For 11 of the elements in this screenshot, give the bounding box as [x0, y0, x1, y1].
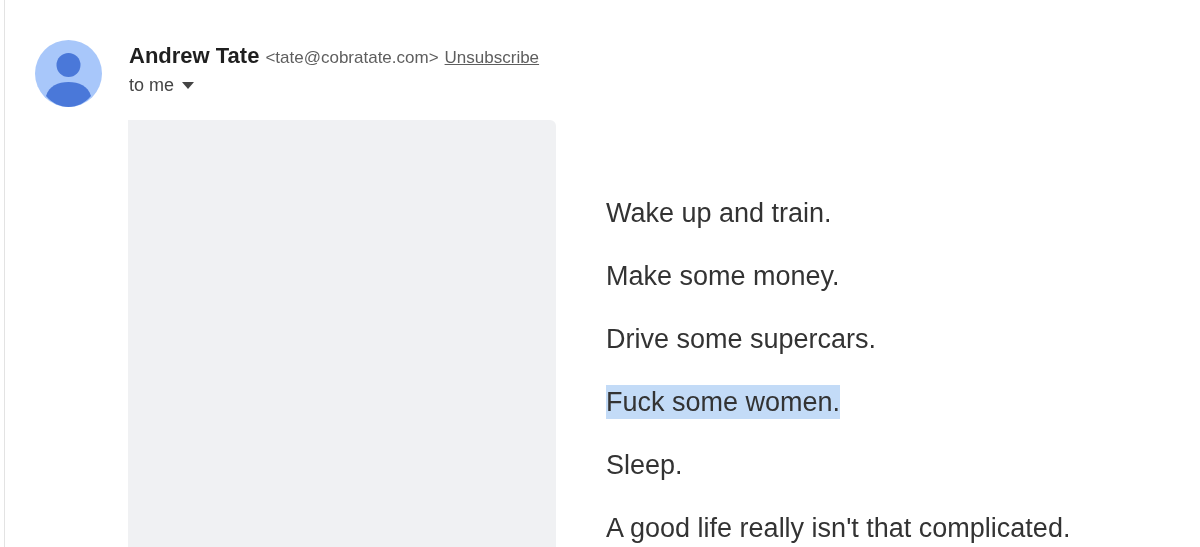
body-line: A good life really isn't that complicated. — [606, 512, 1071, 545]
unsubscribe-link[interactable]: Unsubscribe — [444, 48, 540, 68]
caret-icon[interactable] — [182, 82, 195, 89]
body-line: Sleep. — [606, 449, 683, 482]
sender-name: Andrew Tate — [129, 43, 260, 69]
body-line: Make some money. — [606, 260, 840, 293]
sender-address: <tate@cobratate.com> — [265, 48, 439, 68]
body-line: Drive some supercars. — [606, 323, 877, 356]
avatar-icon — [35, 40, 102, 107]
recipient-label: to me — [129, 75, 175, 96]
body-line: Wake up and train. — [606, 197, 832, 230]
